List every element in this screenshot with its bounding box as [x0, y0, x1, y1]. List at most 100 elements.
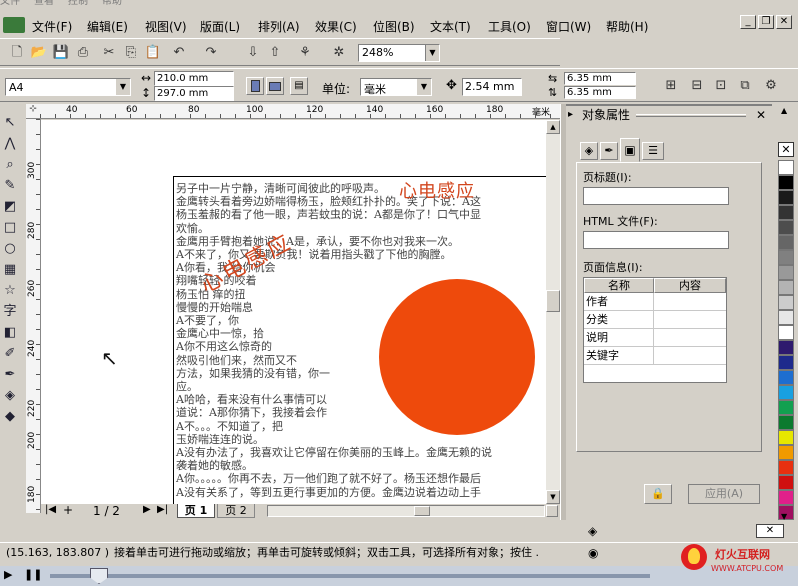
- no-color-icon[interactable]: ✕: [778, 142, 794, 157]
- color-swatch[interactable]: [778, 385, 794, 400]
- add-page-button[interactable]: +: [63, 503, 73, 517]
- palette-scroll-down-icon[interactable]: ▼: [781, 512, 787, 521]
- paper-size-select[interactable]: A4 ▼: [5, 78, 131, 96]
- menu-window[interactable]: 窗口(W): [546, 18, 591, 35]
- tab-page-2[interactable]: 页 2: [217, 504, 255, 518]
- outline-tab-icon[interactable]: ✒: [600, 142, 618, 160]
- color-swatch[interactable]: [778, 295, 794, 310]
- undo-icon[interactable]: ↶: [170, 44, 188, 62]
- ellipse-tool-icon[interactable]: ○: [0, 238, 20, 259]
- save-icon[interactable]: 💾: [52, 44, 70, 62]
- landscape-button[interactable]: [266, 77, 284, 95]
- color-swatch[interactable]: [778, 220, 794, 235]
- redo-icon[interactable]: ↷: [202, 44, 220, 62]
- media-progress-thumb[interactable]: [90, 568, 108, 584]
- snap-objects-icon[interactable]: ⊡: [712, 77, 730, 95]
- copy-icon[interactable]: ⎘: [122, 44, 140, 62]
- color-swatch[interactable]: [778, 355, 794, 370]
- vertical-scrollbar[interactable]: ▲ ▼: [546, 120, 560, 504]
- table-row[interactable]: 作者: [584, 293, 726, 311]
- duplicate-x-input[interactable]: 6.35 mm: [564, 72, 636, 85]
- color-swatch[interactable]: [778, 265, 794, 280]
- export-icon[interactable]: ⇧: [266, 44, 284, 62]
- summary-tab-icon[interactable]: ☰: [642, 142, 664, 160]
- canvas-corner-icon[interactable]: [546, 505, 558, 517]
- color-swatch[interactable]: [778, 490, 794, 505]
- color-swatch[interactable]: [778, 280, 794, 295]
- interactive-fill-icon[interactable]: ◆: [0, 406, 20, 427]
- color-swatch[interactable]: [778, 400, 794, 415]
- page-layout-icon[interactable]: ▤: [290, 77, 308, 95]
- scroll-up-icon[interactable]: ▲: [546, 120, 560, 134]
- color-swatch[interactable]: [778, 430, 794, 445]
- eyedropper-icon[interactable]: ✐: [0, 343, 20, 364]
- top-strip-item[interactable]: 查看: [34, 0, 54, 7]
- text-tool-icon[interactable]: 字: [0, 301, 20, 322]
- document-page[interactable]: 另子中一片宁静，清晰可闻彼此的呼吸声。 金鹰转头看着旁边娇喘得杨玉，脸颊红扑扑的。…: [173, 176, 546, 504]
- color-swatch[interactable]: [778, 175, 794, 190]
- open-icon[interactable]: 📂: [30, 44, 48, 62]
- color-swatch[interactable]: [778, 310, 794, 325]
- paste-icon[interactable]: 📋: [144, 44, 162, 62]
- tab-page-1[interactable]: 页 1: [177, 504, 215, 518]
- options-icon[interactable]: ⚙: [762, 77, 780, 95]
- import-icon[interactable]: ⇩: [244, 44, 262, 62]
- menu-arrange[interactable]: 排列(A): [258, 18, 300, 35]
- ruler-origin-icon[interactable]: ⊹: [26, 104, 41, 119]
- scroll-thumb[interactable]: [546, 290, 560, 312]
- page-height-input[interactable]: 297.0 mm: [154, 86, 234, 101]
- graph-paper-icon[interactable]: ▦: [0, 259, 20, 280]
- close-icon[interactable]: ✕: [756, 106, 766, 124]
- chevron-down-icon[interactable]: ▼: [417, 79, 431, 95]
- chevron-down-icon[interactable]: ▼: [425, 45, 439, 61]
- scroll-thumb[interactable]: [414, 506, 430, 516]
- pause-icon[interactable]: ❚❚: [24, 568, 42, 581]
- horizontal-ruler[interactable]: 40 60 80 100 120 140 160 180 毫米: [40, 104, 560, 119]
- table-row[interactable]: 分类: [584, 311, 726, 329]
- nudge-input[interactable]: 2.54 mm: [462, 78, 522, 96]
- duplicate-y-input[interactable]: 6.35 mm: [564, 86, 636, 99]
- column-header-content[interactable]: 内容: [654, 278, 726, 293]
- palette-scroll-up-icon[interactable]: ▲: [781, 106, 787, 115]
- media-progress-track[interactable]: [50, 574, 650, 578]
- pick-tool-icon[interactable]: ↖: [0, 112, 20, 133]
- restore-icon[interactable]: ❐: [758, 15, 774, 29]
- minimize-icon[interactable]: _: [740, 15, 756, 29]
- page-info-table[interactable]: 名称 内容 作者 分类 说明 关键字: [583, 277, 727, 383]
- color-swatch[interactable]: [778, 340, 794, 355]
- cut-icon[interactable]: ✂: [100, 44, 118, 62]
- top-strip-item[interactable]: 文件: [0, 0, 20, 7]
- color-swatch[interactable]: [778, 235, 794, 250]
- freehand-tool-icon[interactable]: ✎: [0, 175, 20, 196]
- html-file-input[interactable]: [583, 231, 729, 249]
- rectangle-tool-icon[interactable]: □: [0, 217, 20, 238]
- interactive-blend-icon[interactable]: ◧: [0, 322, 20, 343]
- unit-select[interactable]: 毫米 ▼: [360, 78, 432, 96]
- zoom-select[interactable]: 248% ▼: [358, 44, 440, 62]
- snap-guides-icon[interactable]: ⊟: [688, 77, 706, 95]
- new-doc-icon[interactable]: 🗋: [8, 44, 26, 62]
- welcome-icon[interactable]: ✲: [330, 44, 348, 62]
- snap-grid-icon[interactable]: ⊞: [662, 77, 680, 95]
- smart-fill-icon[interactable]: ◩: [0, 196, 20, 217]
- table-row[interactable]: 关键字: [584, 347, 726, 365]
- apply-button[interactable]: 应用(A): [688, 484, 760, 504]
- print-icon[interactable]: ⎙: [74, 44, 92, 62]
- menu-bitmap[interactable]: 位图(B): [373, 18, 415, 35]
- color-swatch[interactable]: [778, 475, 794, 490]
- color-swatch[interactable]: [778, 370, 794, 385]
- lock-icon[interactable]: 🔒: [644, 484, 672, 504]
- horizontal-scrollbar[interactable]: [267, 505, 545, 517]
- table-row[interactable]: 说明: [584, 329, 726, 347]
- drawing-canvas[interactable]: 另子中一片宁静，清晰可闻彼此的呼吸声。 金鹰转头看着旁边娇喘得杨玉，脸颊红扑扑的。…: [41, 120, 546, 504]
- page-title-input[interactable]: [583, 187, 729, 205]
- dynamic-guides-icon[interactable]: ⧉: [736, 77, 754, 95]
- menu-view[interactable]: 视图(V): [145, 18, 187, 35]
- docker-splitter[interactable]: [560, 104, 566, 520]
- color-swatch[interactable]: [778, 415, 794, 430]
- shape-tool-icon[interactable]: ⋀: [0, 133, 20, 154]
- first-page-button[interactable]: |◀: [45, 504, 56, 515]
- color-swatch[interactable]: [778, 460, 794, 475]
- color-swatch[interactable]: [778, 445, 794, 460]
- fill-tool-icon[interactable]: ◈: [0, 385, 20, 406]
